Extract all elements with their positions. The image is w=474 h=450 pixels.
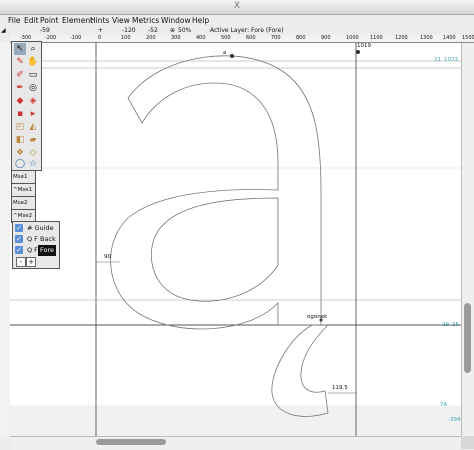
- bottom-label-a: 74: [440, 402, 447, 408]
- ruler-tick: 1400: [443, 35, 456, 41]
- ruler-tick: 100: [121, 35, 131, 41]
- glyph-origin-marker-icon: [230, 54, 234, 58]
- layer-back-checkbox[interactable]: ✓: [15, 235, 23, 243]
- width-marker-icon: [356, 50, 360, 54]
- info-coord-a: -120: [122, 27, 136, 34]
- scale-icon[interactable]: ◰: [14, 121, 26, 133]
- info-bar: ◢ -59 + -120 -52 ⊕ 50% Active Layer: For…: [0, 26, 474, 35]
- width-value-label: 1019: [357, 43, 371, 49]
- glyph-a-outer-contour[interactable]: [110, 55, 322, 330]
- rotate-icon[interactable]: ◭: [27, 121, 39, 133]
- spiro-icon[interactable]: ◎: [27, 82, 39, 94]
- horizontal-scroll-thumb[interactable]: [96, 439, 166, 445]
- horizontal-scrollbar[interactable]: [10, 436, 461, 450]
- tangent-point-icon[interactable]: ▸: [27, 108, 39, 120]
- ruler-tick: 1500: [462, 35, 474, 41]
- pen-icon[interactable]: ✒: [14, 82, 26, 94]
- info-arrow-icon: ◢: [1, 27, 6, 34]
- layer-back[interactable]: ✓ Q F Back: [13, 234, 59, 245]
- right-mid-label-a: -29: [440, 322, 449, 328]
- right-top-label-b: 1023: [444, 57, 458, 63]
- ruler-tick: 1300: [420, 35, 433, 41]
- ruler-icon[interactable]: ▭: [27, 69, 39, 81]
- menu-help[interactable]: Help: [192, 16, 209, 25]
- layer-back-label: Q F Back: [27, 235, 56, 243]
- descent-area: [10, 406, 461, 436]
- menu-bar: File Edit Point Element Hints View Metri…: [0, 15, 474, 26]
- mouse-state-1: Mse1: [11, 170, 36, 184]
- menu-edit[interactable]: Edit: [24, 16, 39, 25]
- scroll-icon[interactable]: ✋: [27, 56, 39, 68]
- polygon-icon[interactable]: ☆: [27, 158, 39, 170]
- hv-curve-icon[interactable]: ◈: [27, 95, 39, 107]
- layers-palette: ✓ # Guide ✓ Q F Back ✓ Q F Fore - +: [12, 221, 60, 269]
- skew-icon[interactable]: ▰: [27, 134, 39, 146]
- info-left-value: -59: [40, 27, 50, 34]
- bottom-label-b: -394: [448, 417, 461, 423]
- layer-guide-checkbox[interactable]: ✓: [15, 224, 23, 232]
- layer-guide[interactable]: ✓ # Guide: [13, 223, 59, 234]
- ruler-tick: 1000: [346, 35, 359, 41]
- ruler-tick: 800: [296, 35, 306, 41]
- magnify-icon[interactable]: ⌕: [27, 43, 39, 55]
- ruler-tick: 500: [221, 35, 231, 41]
- ruler-tick: 700: [271, 35, 281, 41]
- ruler-tick: -100: [70, 35, 82, 41]
- glyph-outline-layer: [10, 43, 461, 436]
- glyph-edit-canvas[interactable]: a 1019 21 1023 90 ogonek -29 -25 119.5 7…: [10, 43, 461, 436]
- window-title-bar: X: [0, 0, 474, 15]
- menu-view[interactable]: View: [112, 16, 130, 25]
- vertical-scroll-thumb[interactable]: [464, 303, 471, 373]
- flip-icon[interactable]: ◧: [14, 134, 26, 146]
- remove-layer-button[interactable]: -: [16, 257, 26, 267]
- ruler-tick: 600: [246, 35, 256, 41]
- ruler-tick: 1200: [395, 35, 408, 41]
- info-cross-icon: +: [98, 27, 104, 34]
- layer-fore[interactable]: ✓ Q F Fore: [13, 245, 59, 256]
- ruler-tick: 900: [321, 35, 331, 41]
- tool-palette: ↖ ⌕ ✎ ✋ ✐ ▭ ✒ ◎ ◆ ◈ ▪ ▸ ◰ ◭ ◧ ▰ ❖ ◇ ◯ ☆: [11, 41, 42, 171]
- corner-point-icon[interactable]: ▪: [14, 108, 26, 120]
- ruler-tick: 300: [171, 35, 181, 41]
- knife-icon[interactable]: ✐: [14, 69, 26, 81]
- curve-point-icon[interactable]: ◆: [14, 95, 26, 107]
- menu-hints[interactable]: Hints: [90, 16, 109, 25]
- add-layer-button[interactable]: +: [26, 257, 36, 267]
- layer-fore-checkbox[interactable]: ✓: [15, 246, 23, 254]
- ruler-tick: 400: [196, 35, 206, 41]
- ruler-tick: 200: [146, 35, 156, 41]
- mouse-state-1-ctrl: ^Mse1: [11, 183, 36, 197]
- glyph-name-label: a: [223, 50, 227, 56]
- menu-metrics[interactable]: Metrics: [132, 16, 159, 25]
- menu-point[interactable]: Point: [40, 16, 59, 25]
- mouse-state-2: Mse2: [11, 196, 36, 210]
- freehand-icon[interactable]: ✎: [14, 56, 26, 68]
- active-layer-status: Active Layer: Fore (Fore): [210, 27, 284, 34]
- scroll-corner: [461, 436, 474, 449]
- zoom-level: 50%: [178, 27, 192, 34]
- ruler-tick: 1100: [370, 35, 383, 41]
- pointer-icon[interactable]: ↖: [14, 43, 26, 55]
- menu-file[interactable]: File: [8, 16, 21, 25]
- ogonek-contour[interactable]: [271, 324, 329, 417]
- vertical-scrollbar[interactable]: [461, 43, 474, 436]
- info-coord-b: -52: [148, 27, 158, 34]
- left-bearing-label: 90: [104, 254, 111, 260]
- right-top-label-a: 21: [434, 57, 441, 63]
- horizontal-ruler: -300 -200 -100 0 100 200 300 400 500 600…: [10, 35, 474, 43]
- layer-fore-flags: Q F: [27, 246, 38, 254]
- zoom-icon: ⊕: [170, 27, 176, 34]
- right-mid-label-b: -25: [450, 322, 459, 328]
- ogonek-distance-label: 119.5: [332, 385, 348, 391]
- ruler-tick: 0: [98, 35, 102, 41]
- anchor-label: ogonek: [307, 314, 328, 320]
- menu-element[interactable]: Element: [62, 16, 93, 25]
- layer-guide-label: # Guide: [27, 224, 54, 232]
- rectangle-icon[interactable]: ◯: [14, 158, 26, 170]
- ruler-tick: -200: [45, 35, 57, 41]
- menu-window[interactable]: Window: [161, 16, 191, 25]
- window-title: X: [233, 1, 241, 11]
- layer-fore-label: Fore: [38, 245, 57, 256]
- glyph-a-counter-contour[interactable]: [151, 197, 279, 302]
